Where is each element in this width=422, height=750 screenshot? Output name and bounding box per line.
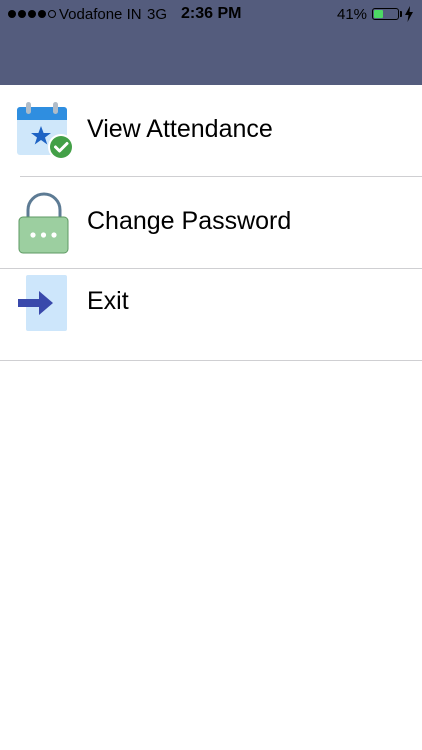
menu-item-exit[interactable]: Exit: [0, 269, 422, 361]
signal-dot: [8, 10, 16, 18]
signal-dot: [38, 10, 46, 18]
charging-bolt-icon: [405, 6, 413, 22]
battery-tip: [400, 11, 402, 17]
menu-item-label: Change Password: [87, 207, 292, 235]
signal-dot: [28, 10, 36, 18]
app-screen: Vodafone IN 3G 2:36 PM 41% View Attendan…: [0, 0, 422, 750]
battery-percentage: 41%: [337, 6, 368, 23]
app-header: Vodafone IN 3G 2:36 PM 41%: [0, 0, 422, 85]
battery-level-fill: [374, 10, 383, 18]
network-type: 3G: [147, 6, 168, 23]
calendar-check-icon: [17, 102, 74, 160]
menu-item-change-password[interactable]: Change Password: [0, 177, 422, 269]
carrier-name: Vodafone IN: [59, 6, 142, 23]
lock-icon: [18, 192, 69, 254]
battery-icon: [372, 8, 399, 20]
menu-item-view-attendance[interactable]: View Attendance: [0, 85, 422, 177]
menu-item-label: Exit: [87, 287, 129, 315]
signal-dot: [18, 10, 26, 18]
status-time: 2:36 PM: [181, 5, 242, 22]
divider: [0, 360, 422, 361]
status-bar: Vodafone IN 3G 2:36 PM 41%: [0, 0, 422, 28]
exit-arrow-icon: [18, 275, 67, 331]
signal-strength-icon: [8, 10, 56, 18]
signal-dot: [48, 10, 56, 18]
menu-item-label: View Attendance: [87, 115, 273, 143]
